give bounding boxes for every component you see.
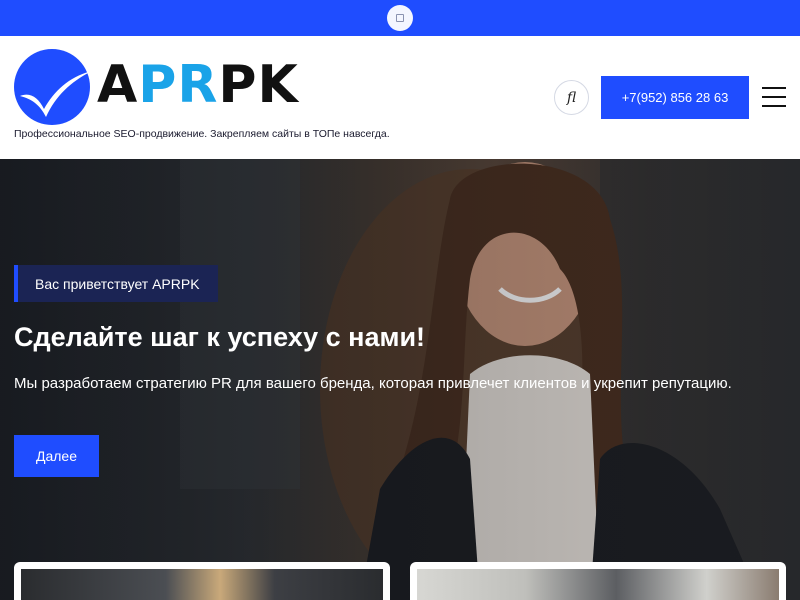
logo-part-pr: PR — [138, 55, 219, 115]
service-card-2[interactable] — [410, 562, 786, 600]
menu-button[interactable] — [762, 87, 786, 107]
facebook-icon: fl — [566, 89, 577, 106]
hero-title: Сделайте шаг к успеху с нами! — [14, 322, 426, 352]
checkmark-icon — [20, 71, 90, 117]
service-card-1[interactable] — [14, 562, 390, 600]
welcome-badge: Вас приветствует APRPK — [14, 265, 218, 302]
hamburger-icon-line — [762, 96, 786, 98]
service-card-image — [417, 569, 779, 600]
hamburger-icon-line — [762, 105, 786, 107]
top-bar — [0, 0, 800, 36]
logo-wordmark[interactable]: APRPK — [97, 56, 299, 114]
logo-part-a: A — [97, 55, 139, 115]
phone-button[interactable]: +7(952) 856 28 63 — [601, 76, 749, 119]
square-icon — [396, 14, 404, 22]
hero-subtitle: Мы разработаем стратегию PR для вашего б… — [14, 375, 732, 392]
service-card-image — [21, 569, 383, 600]
facebook-button[interactable]: fl — [554, 80, 589, 115]
logo-mark[interactable] — [14, 49, 90, 125]
logo-part-pk: PK — [218, 55, 299, 115]
site-header: APRPK Профессиональное SEO-продвижение. … — [0, 36, 800, 159]
more-button[interactable]: Далее — [14, 435, 99, 477]
tagline: Профессиональное SEO-продвижение. Закреп… — [14, 128, 390, 140]
top-toggle-button[interactable] — [387, 5, 413, 31]
hero-banner: Вас приветствует APRPK Сделайте шаг к ус… — [0, 159, 800, 600]
hamburger-icon — [762, 87, 786, 89]
